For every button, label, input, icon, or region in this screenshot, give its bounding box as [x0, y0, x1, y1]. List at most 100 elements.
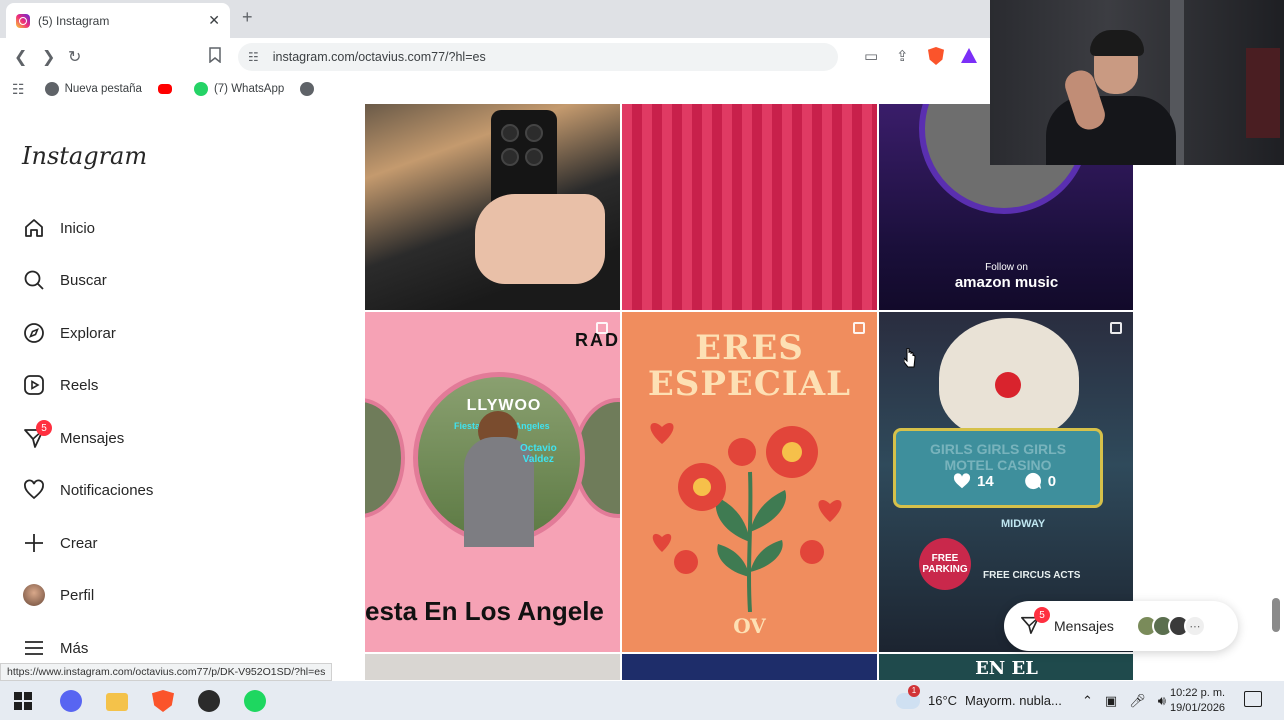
home-icon [22, 216, 46, 240]
system-tray: ⌃ ▣ 🎤︎ 🔊︎ [1082, 681, 1166, 720]
sidebar-item-label: Crear [60, 534, 98, 552]
url-text: instagram.com/octavius.com77/?hl=es [272, 50, 486, 64]
weather-badge: 1 [908, 684, 920, 697]
carousel-icon [853, 322, 865, 334]
obs-icon[interactable] [198, 690, 220, 712]
streamer-headset [1090, 30, 1144, 56]
notification-badge: 5 [36, 420, 52, 436]
bookmark-new-tab[interactable]: Nueva pestaña [44, 82, 142, 96]
sidebar-item-label: Inicio [60, 219, 96, 237]
casino-marquee: GIRLS GIRLS GIRLS MOTEL CASINO [893, 428, 1103, 508]
browser-tab-instagram[interactable]: (5) Instagram ✕ [6, 3, 230, 38]
instagram-sidebar: Instagram Inicio Buscar Explorar Reels 5… [0, 104, 365, 680]
share-icon[interactable]: ⇪ [896, 47, 909, 65]
reels-icon [22, 373, 46, 397]
file-explorer-icon[interactable] [106, 693, 128, 711]
address-bar[interactable]: ☷ instagram.com/octavius.com77/?hl=es [238, 43, 838, 71]
clock-date: 19/01/2026 [1170, 702, 1226, 714]
sidebar-item-label: Reels [60, 376, 99, 394]
weather-description: Mayorm. nubla... [965, 693, 1062, 708]
bookmark-globe[interactable] [300, 82, 320, 96]
brave-browser-icon[interactable] [152, 690, 174, 712]
post-thumbnail-partial[interactable]: EN EL [879, 654, 1133, 680]
notification-center-icon[interactable] [1244, 691, 1262, 707]
tab-close-icon[interactable]: ✕ [208, 12, 220, 29]
meet-icon[interactable]: ▣ [1105, 693, 1117, 709]
bookmark-label: Nueva pestaña [64, 83, 142, 95]
system-clock[interactable]: 10:22 p. m. 19/01/2026 [1170, 686, 1225, 716]
midway-text: MIDWAY [1001, 518, 1046, 530]
comments-count: 0 [1047, 472, 1057, 490]
bookmark-youtube[interactable] [157, 84, 178, 94]
page-scrollbar[interactable] [1272, 598, 1280, 632]
ov-signature: OV [733, 614, 766, 638]
amazon-follow-text: Follow on [985, 262, 1028, 273]
post-thumbnail-selfie[interactable] [365, 104, 620, 310]
sidebar-item-label: Buscar [60, 271, 107, 289]
circus-text: FREE CIRCUS ACTS [983, 570, 1081, 581]
apps-grid-icon[interactable]: ☷ [12, 81, 25, 98]
messenger-icon: 5 [1020, 607, 1050, 637]
streamer-body [1046, 96, 1176, 165]
weather-widget[interactable]: 1 16°C Mayorm. nubla... [896, 681, 1062, 720]
sidebar-item-buscar[interactable]: Buscar [22, 268, 107, 292]
bookmark-icon[interactable] [208, 47, 222, 68]
fiesta-caption: esta En Los Angele [365, 596, 604, 626]
instagram-logo[interactable]: Instagram [22, 142, 147, 170]
clown-sign [939, 318, 1079, 438]
brave-rewards-icon[interactable] [961, 48, 977, 63]
sidebar-item-label: Notificaciones [60, 481, 154, 499]
sidebar-item-explorar[interactable]: Explorar [22, 321, 116, 345]
carousel-icon [596, 322, 608, 334]
sidebar-item-notificaciones[interactable]: Notificaciones [22, 478, 153, 502]
post-thumbnail-eres-especial[interactable]: ERES ESPECIAL OV [622, 312, 877, 652]
sidebar-item-label: Perfil [60, 586, 95, 604]
back-icon[interactable]: ❮ [14, 47, 27, 67]
comment-filled-icon [1024, 472, 1041, 490]
new-tab-button[interactable]: + [242, 7, 253, 28]
post-thumbnail-curtain[interactable] [622, 104, 877, 310]
webcam-overlay [990, 0, 1284, 165]
comments-stat: 0 [1024, 472, 1056, 490]
post-thumbnail-partial[interactable] [365, 654, 620, 680]
casino-text: GIRLS GIRLS GIRLS MOTEL CASINO [929, 441, 1067, 473]
clown-nose [995, 372, 1021, 398]
mouse-cursor-icon [904, 348, 916, 368]
en-el-text: EN EL [975, 658, 1038, 679]
mic-icon[interactable]: 🎤︎ [1129, 693, 1146, 709]
avatar-wrapper [22, 583, 46, 607]
avatar [23, 584, 45, 606]
volume-icon[interactable]: 🔊︎ [1158, 693, 1166, 709]
clock-time: 10:22 p. m. [1170, 687, 1226, 699]
carousel-icon [1110, 322, 1122, 334]
more-icon: ⋯ [1183, 615, 1206, 637]
eres-line: ERES [695, 328, 804, 368]
post-stats-overlay: 14 0 [953, 472, 1086, 490]
bookmark-whatsapp[interactable]: (7) WhatsApp [193, 82, 284, 96]
sidebar-item-inicio[interactable]: Inicio [22, 216, 95, 240]
messages-floating-button[interactable]: 5 Mensajes ⋯ [1004, 601, 1238, 651]
octavio-text: Octavio Valdez [520, 443, 557, 465]
cast-icon[interactable]: ▭ [864, 47, 878, 65]
post-thumbnail-partial[interactable] [622, 654, 877, 680]
compass-icon [22, 321, 46, 345]
forward-icon[interactable]: ❯ [42, 47, 55, 67]
windows-taskbar: 1 16°C Mayorm. nubla... ⌃ ▣ 🎤︎ 🔊︎ 10:22 … [0, 681, 1284, 720]
reload-icon[interactable]: ↻ [68, 47, 81, 67]
eres-especial-title: ERES ESPECIAL [622, 330, 877, 402]
sidebar-item-mas[interactable]: Más [22, 636, 88, 660]
site-settings-icon[interactable]: ☷ [248, 50, 259, 64]
windows-start-icon[interactable] [14, 692, 32, 710]
sidebar-item-mensajes[interactable]: 5 Mensajes [22, 420, 124, 450]
post-thumbnail-fiesta[interactable]: RAD LLYWOO Fiesta En Los Angeles Octavio… [365, 312, 620, 652]
chevron-up-icon[interactable]: ⌃ [1082, 693, 1093, 709]
status-bar-link: https://www.instagram.com/octavius.com77… [0, 663, 333, 681]
sidebar-item-perfil[interactable]: Perfil [22, 583, 94, 607]
sidebar-item-reels[interactable]: Reels [22, 373, 98, 397]
discord-icon[interactable] [60, 690, 82, 712]
profile-post-grid: Follow on amazon music RAD LLYWOO Fiesta… [365, 104, 1133, 680]
sidebar-item-crear[interactable]: Crear [22, 531, 98, 555]
messenger-icon: 5 [22, 420, 52, 450]
hand-image [475, 194, 605, 284]
spotify-icon[interactable] [244, 690, 266, 712]
